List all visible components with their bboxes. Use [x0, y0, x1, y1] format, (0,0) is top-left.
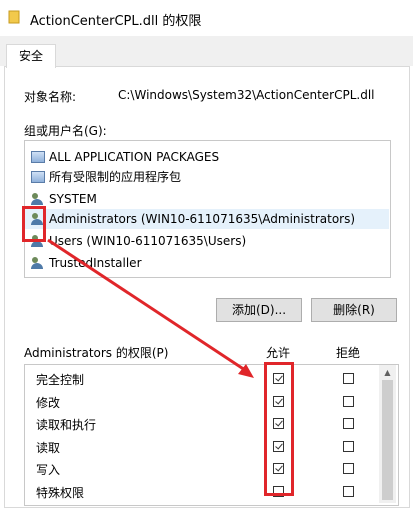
annotation-arrow-icon: [47, 238, 254, 378]
tab-security[interactable]: 安全: [6, 44, 56, 68]
